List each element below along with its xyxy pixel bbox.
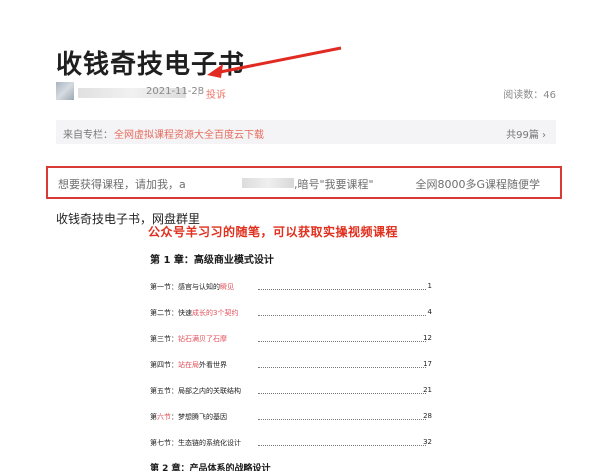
article-meta: 2021-11-28 | 投诉 阅读数：46	[56, 82, 556, 102]
toc-page-number: 12	[423, 334, 432, 342]
column-from-label: 来自专栏：	[63, 130, 113, 141]
toc-page-number: 21	[423, 386, 432, 394]
toc-section-prefix: 第二节：快速	[150, 309, 192, 317]
toc-leader-dots	[258, 315, 426, 316]
toc-section-highlight: 站在局	[178, 361, 199, 369]
toc-section-prefix: 第	[150, 413, 157, 421]
notice-right-text: 全网8000多G课程随便学	[415, 178, 540, 191]
column-link[interactable]: 全网虚拟课程资源大全百度云下载	[114, 126, 264, 141]
report-link[interactable]: 投诉	[206, 86, 226, 101]
toc-page-number: 17	[423, 360, 432, 368]
toc-row: 第七节：生态链的系统化设计 32	[150, 438, 432, 450]
toc-next-chapter: 第 2 章：产品体系的战略设计	[150, 464, 271, 471]
toc-leader-dots	[258, 367, 426, 368]
red-arrow-annotation	[207, 46, 342, 78]
toc-section-prefix: 第一节：感官与认知的	[150, 283, 220, 291]
toc-row: 第六节：梦想腾飞的基因 28	[150, 412, 432, 424]
publish-date: 2021-11-28	[146, 86, 205, 97]
toc-section-suffix: ：梦想腾飞的基因	[171, 413, 227, 421]
toc-row: 第二节：快速成长的3个契约 4	[150, 308, 432, 320]
watermark-overlay-text: 公众号羊习习的随笔，可以获取实操视频课程	[148, 225, 399, 239]
toc-row: 第三节：钻石满贝了石摩 12	[150, 334, 432, 346]
toc-chapter-title: 第 1 章：高级商业模式设计	[150, 255, 274, 266]
toc-section-prefix: 第三节：	[150, 335, 178, 343]
contact-blurred	[242, 178, 294, 188]
toc-section-suffix: 外看世界	[199, 361, 227, 369]
toc-page-number: 32	[423, 438, 432, 446]
column-bar[interactable]: 来自专栏： 全网虚拟课程资源大全百度云下载 共99篇 ›	[56, 120, 556, 144]
toc-row: 第四节：站在局外看世界 17	[150, 360, 432, 372]
toc-page-number: 4	[427, 308, 432, 316]
toc-section-name: 第六节：梦想腾飞的基因	[150, 412, 229, 422]
toc-page-number: 28	[423, 412, 432, 420]
toc-row: 第一节：感官与认知的瞬见 1	[150, 282, 432, 294]
read-count: 阅读数：46	[503, 90, 556, 101]
toc-leader-dots	[258, 419, 426, 420]
toc-section-name: 第五节：局部之内的关联结构	[150, 386, 243, 396]
toc-section-highlight: 六节	[157, 413, 171, 421]
toc-row: 第五节：局部之内的关联结构 21	[150, 386, 432, 398]
meta-separator: |	[197, 86, 201, 97]
toc-leader-dots	[258, 445, 426, 446]
toc-leader-dots	[258, 393, 426, 394]
toc-section-name: 第四节：站在局外看世界	[150, 360, 229, 370]
toc-section-name: 第二节：快速成长的3个契约	[150, 308, 241, 318]
toc-leader-dots	[258, 341, 426, 342]
toc-section-prefix: 第四节：	[150, 361, 178, 369]
contact-notice-box: 想要获得课程，请加我，a ,暗号"我要课程" 全网8000多G课程随便学	[46, 166, 562, 199]
toc-leader-dots	[258, 289, 426, 290]
toc-section-prefix: 第七节：生态链的系统化设计	[150, 439, 241, 447]
toc-section-highlight: 成长的3个契约	[192, 309, 239, 317]
toc-page-number: 1	[427, 282, 432, 290]
column-count[interactable]: 共99篇 ›	[506, 126, 546, 141]
author-avatar[interactable]	[56, 82, 74, 100]
toc-section-prefix: 第五节：局部之内的关联结构	[150, 387, 241, 395]
notice-code-text: ,暗号"我要课程"	[294, 178, 374, 191]
toc-section-name: 第三节：钻石满贝了石摩	[150, 334, 229, 344]
toc-section-name: 第一节：感官与认知的瞬见	[150, 282, 236, 292]
toc-section-highlight: 瞬见	[220, 283, 234, 291]
notice-left-text: 想要获得课程，请加我，a	[58, 178, 186, 191]
toc-section-name: 第七节：生态链的系统化设计	[150, 438, 243, 448]
toc-section-highlight: 钻石满贝了石摩	[178, 335, 227, 343]
